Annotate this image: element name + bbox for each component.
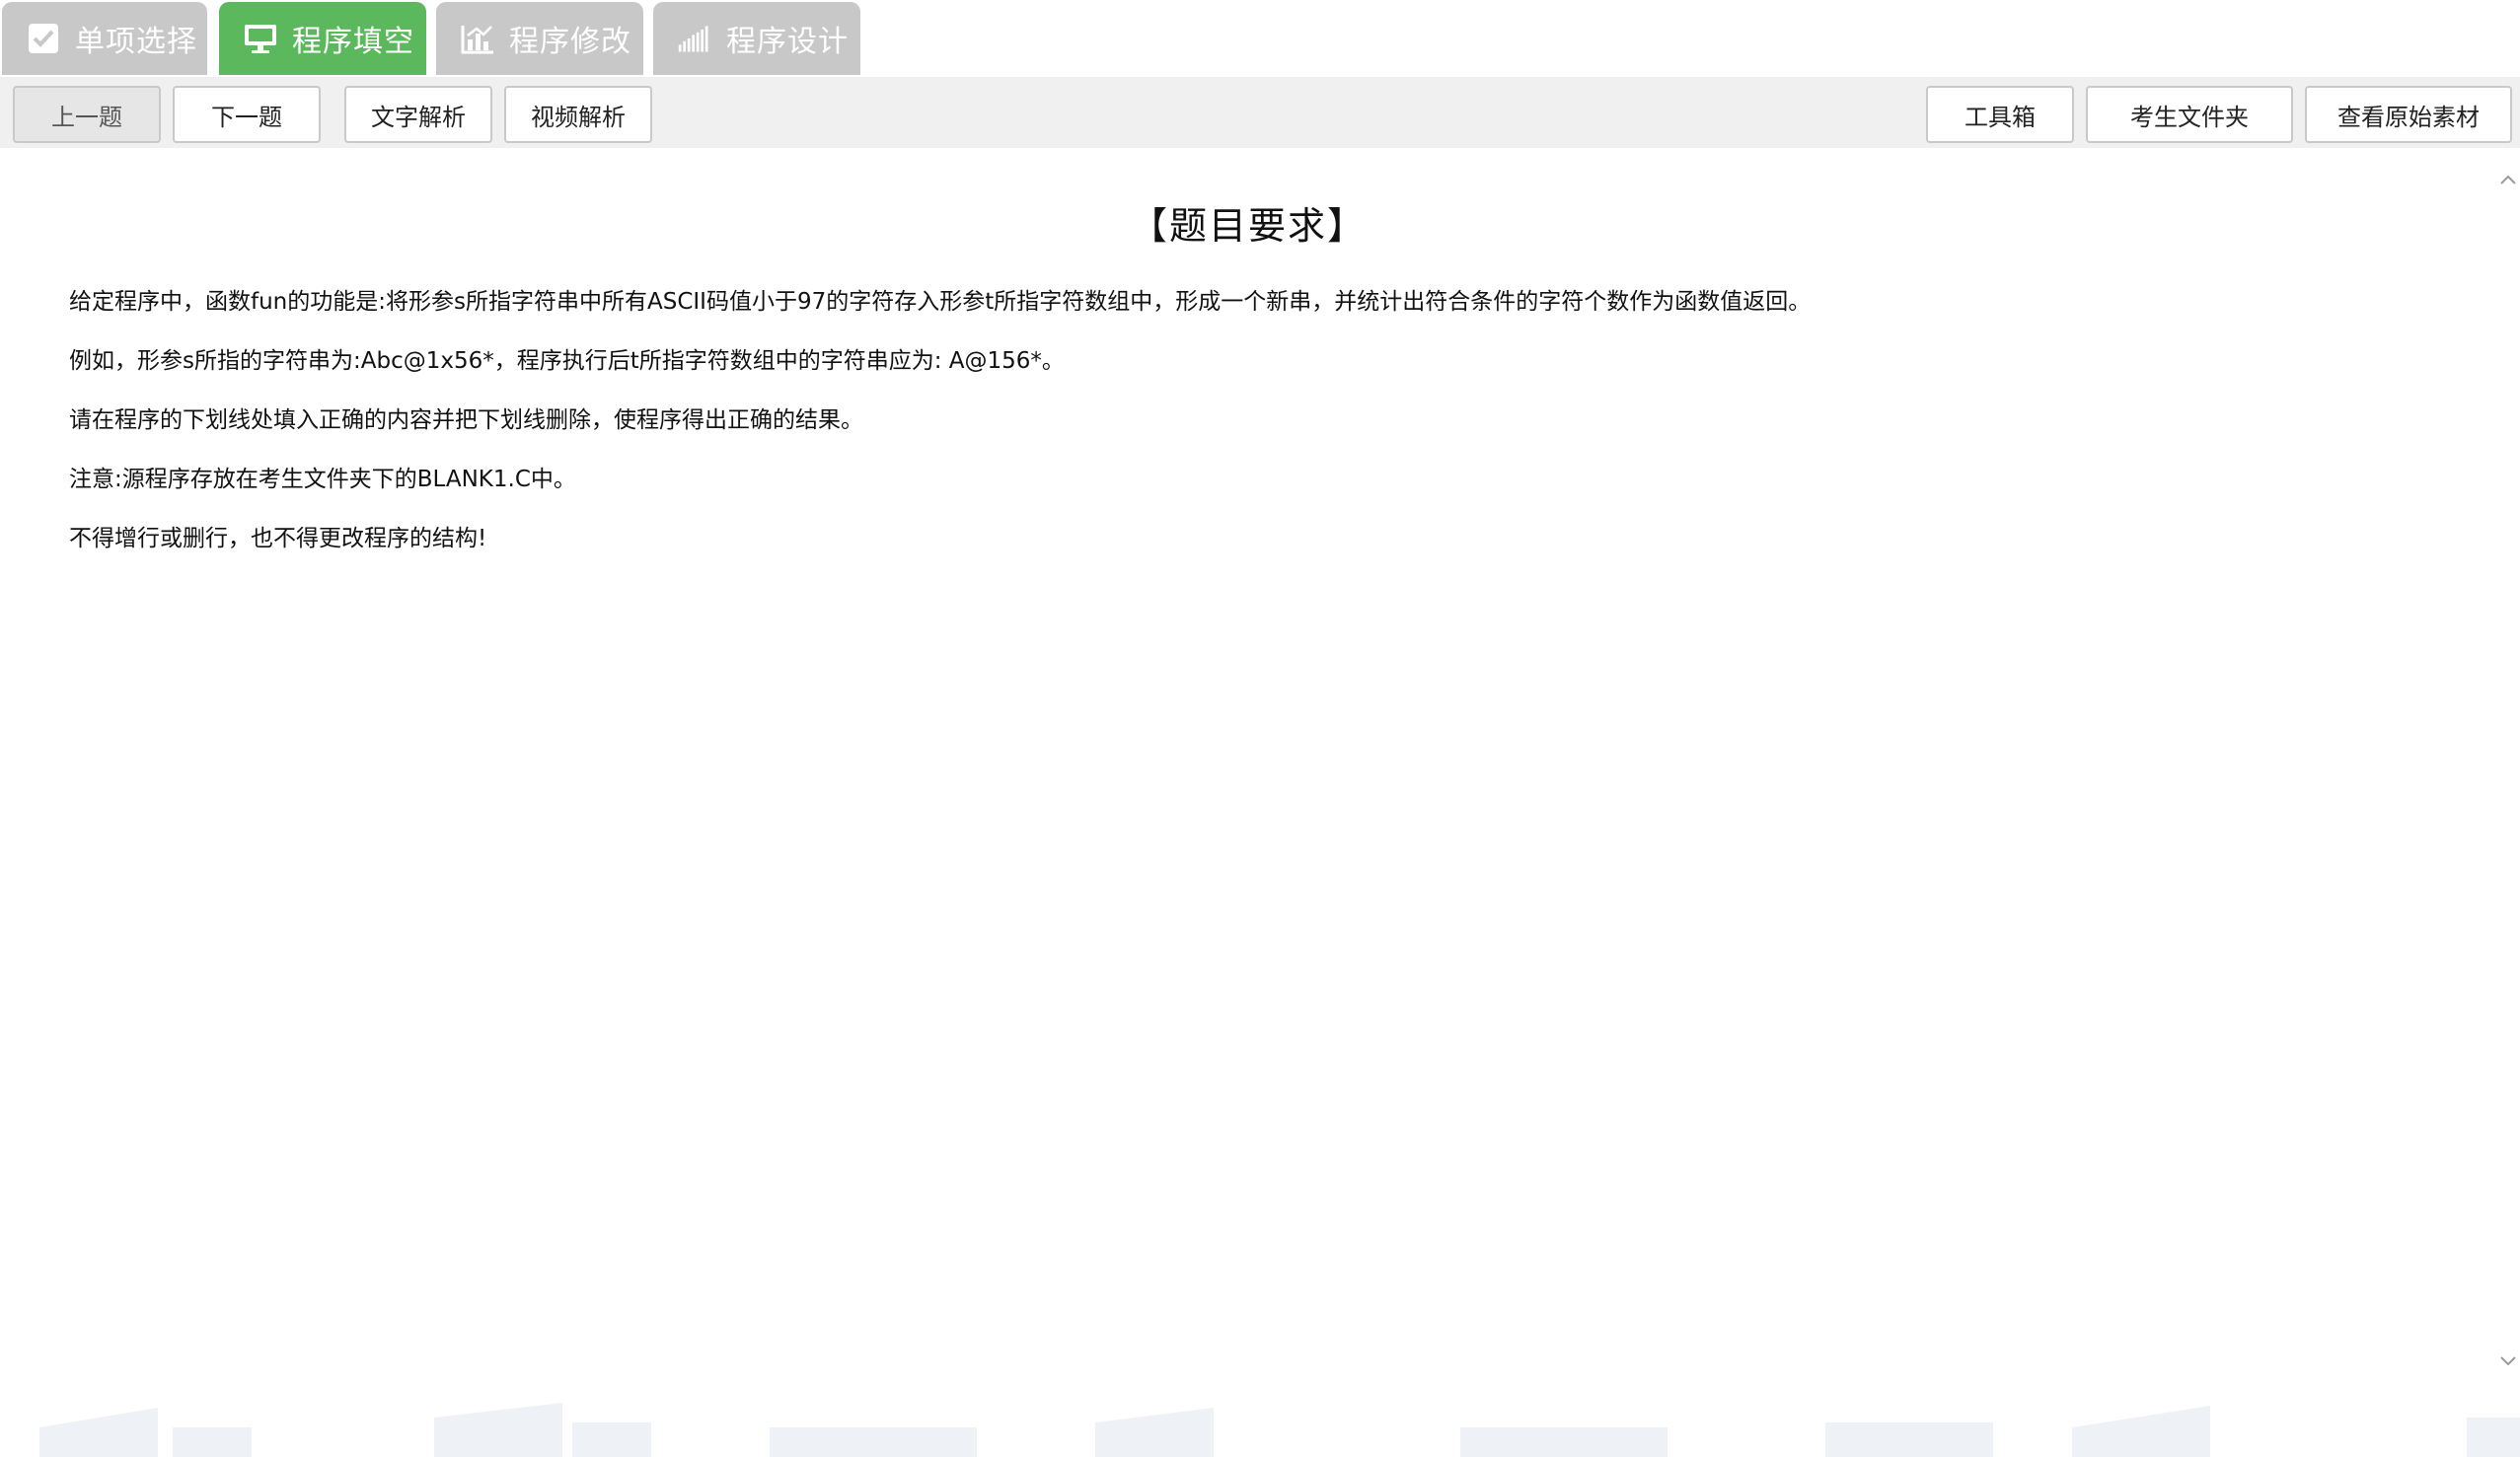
tab-single-choice[interactable]: 单项选择: [2, 2, 207, 75]
question-paragraph: 给定程序中，函数fun的功能是:将形参s所指字符串中所有ASCII码值小于97的…: [69, 289, 1812, 315]
text-analysis-button[interactable]: 文字解析: [344, 86, 492, 143]
question-paragraph: 例如，形参s所指的字符串为:Abc@1x56*，程序执行后t所指字符数组中的字符…: [69, 348, 1065, 374]
tab-label: 程序修改: [509, 25, 631, 59]
vertical-scrollbar[interactable]: [2496, 158, 2520, 1381]
question-content: 【题目要求】 给定程序中，函数fun的功能是:将形参s所指字符串中所有ASCII…: [0, 148, 2496, 1371]
toolbar: 上一题 下一题 文字解析 视频解析 工具箱 考生文件夹 查看原始素材: [0, 77, 2520, 148]
checkbox-icon: [26, 21, 61, 56]
question-paragraph: 不得增行或删行，也不得更改程序的结构!: [69, 526, 487, 551]
background-watermark: [0, 1348, 2520, 1457]
toolbox-button[interactable]: 工具箱: [1926, 86, 2074, 143]
examinee-folder-button[interactable]: 考生文件夹: [2086, 86, 2293, 143]
view-original-material-button[interactable]: 查看原始素材: [2305, 86, 2512, 143]
scroll-up-icon[interactable]: [2498, 170, 2518, 189]
question-paragraph: 请在程序的下划线处填入正确的内容并把下划线删除，使程序得出正确的结果。: [69, 407, 863, 433]
bar-chart-icon: [460, 21, 495, 56]
tab-design-program[interactable]: 程序设计: [653, 2, 860, 75]
monitor-icon: [243, 21, 278, 56]
signal-bars-icon: [677, 21, 712, 56]
video-analysis-button[interactable]: 视频解析: [504, 86, 652, 143]
tab-label: 单项选择: [75, 25, 197, 59]
tab-label: 程序填空: [292, 25, 414, 59]
question-type-tabs: 单项选择 程序填空 程序修改 程序设计: [0, 0, 2520, 77]
prev-question-button[interactable]: 上一题: [13, 86, 161, 143]
question-heading: 【题目要求】: [1129, 204, 1367, 248]
question-paragraph: 注意:源程序存放在考生文件夹下的BLANK1.C中。: [69, 467, 576, 492]
tab-modify-program[interactable]: 程序修改: [436, 2, 643, 75]
exam-window: 单项选择 程序填空 程序修改 程序设计 上一题 下一题 文字解析 视频解析 工具…: [0, 0, 2520, 1457]
next-question-button[interactable]: 下一题: [173, 86, 321, 143]
tab-fill-in-program[interactable]: 程序填空: [219, 2, 426, 75]
tab-label: 程序设计: [726, 25, 849, 59]
